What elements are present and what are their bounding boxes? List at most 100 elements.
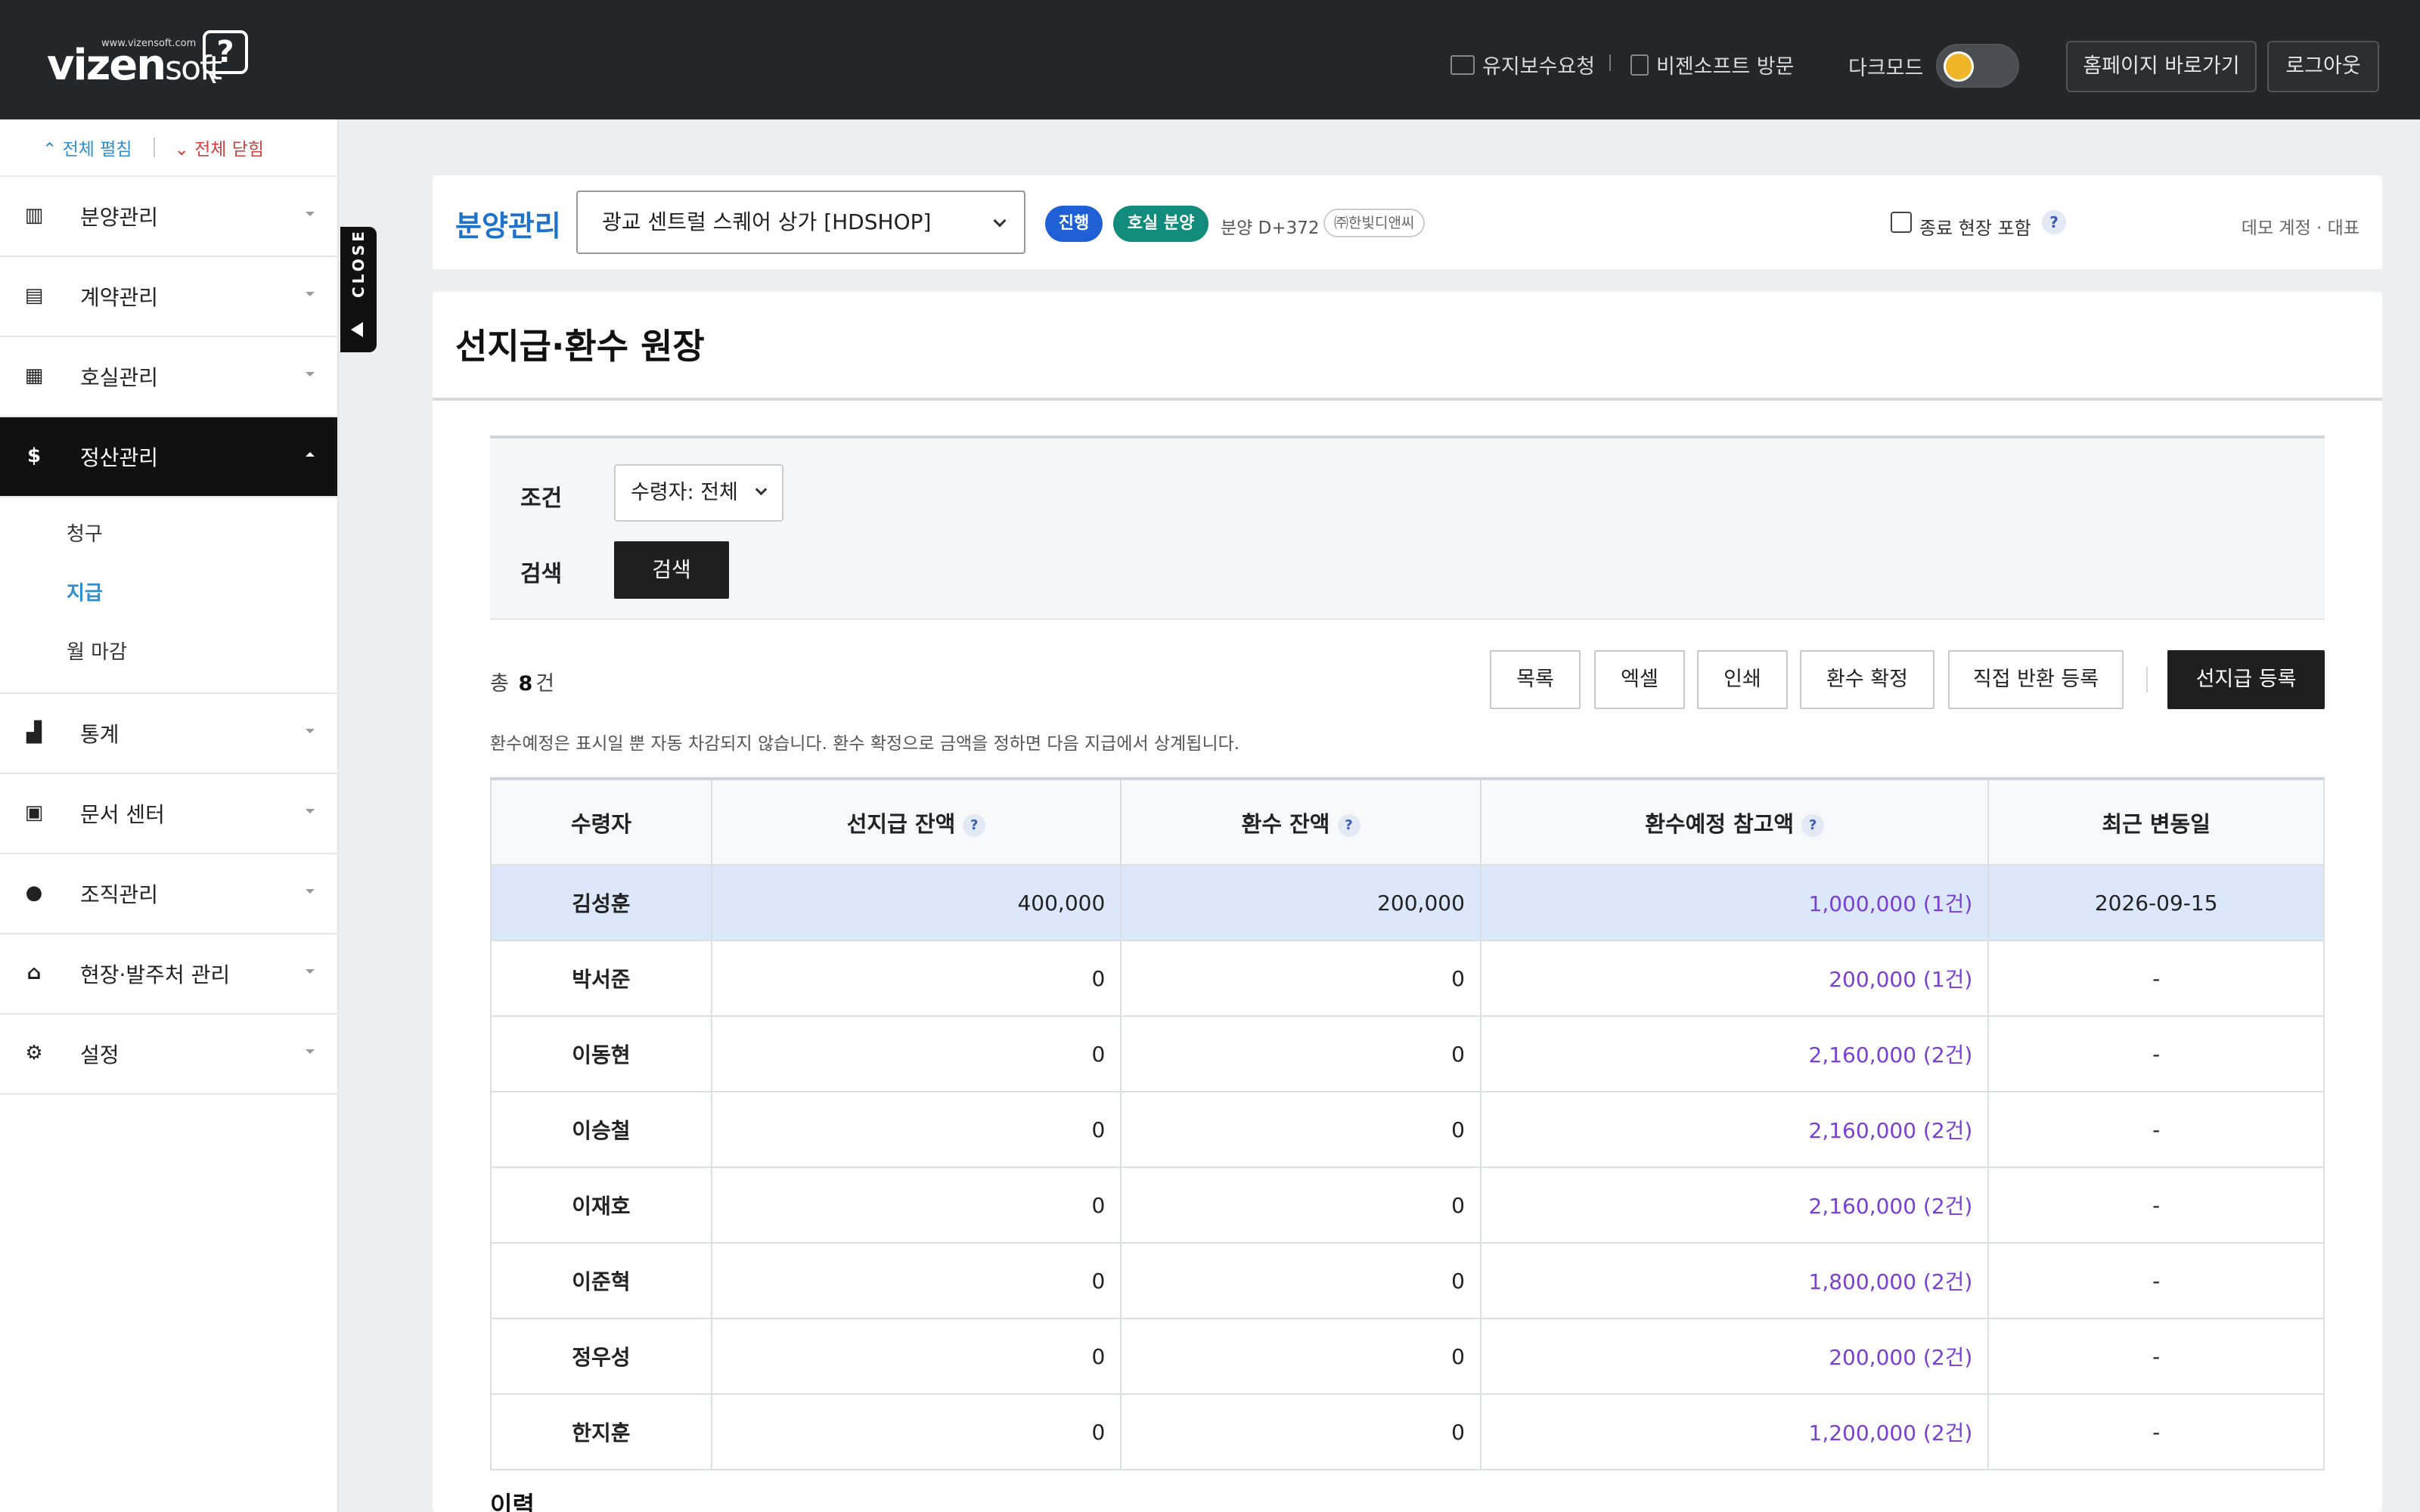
logout-button[interactable]: 로그아웃 — [2267, 41, 2379, 92]
visit-vizensoft-link[interactable]: 비젠소프트 방문 — [1630, 50, 1794, 79]
print-button[interactable]: 인쇄 — [1697, 650, 1788, 709]
expected-recovery-link[interactable]: 1,000,000 (1건) — [1479, 864, 1990, 941]
advance-balance: 0 — [710, 1015, 1122, 1092]
table-row[interactable]: 이승철 0 0 2,160,000 (2건) - — [490, 1091, 2325, 1168]
help-icon[interactable]: ? — [963, 813, 986, 837]
recovery-balance: 0 — [1120, 1167, 1481, 1244]
maintenance-request-link[interactable]: 유지보수요청 — [1450, 50, 1595, 79]
monitor-icon — [1450, 54, 1475, 75]
search-button[interactable]: 검색 — [614, 541, 729, 599]
table-header-row: 수령자 선지급 잔액? 환수 잔액? 환수예정 참고액? 최근 변동일 — [490, 777, 2325, 866]
sidebar-item-contracts[interactable]: ▤ 계약관리 — [0, 257, 337, 337]
sidebar-item-sites-clients[interactable]: ⌂ 현장·발주처 관리 — [0, 934, 337, 1015]
collapse-all-button[interactable]: ⌄ 전체 닫힘 — [175, 135, 265, 160]
recovery-notice: 환수예정은 표시일 뿐 자동 차감되지 않습니다. 환수 확정으로 금액을 정하… — [490, 734, 1240, 754]
document-icon: ▤ — [24, 284, 44, 307]
excel-button[interactable]: 엑셀 — [1594, 650, 1685, 709]
submenu-item-payment[interactable]: 지급 — [0, 564, 337, 623]
list-button[interactable]: 목록 — [1490, 650, 1581, 709]
history-section-title: 이력 — [490, 1491, 535, 1512]
table-row[interactable]: 정우성 0 0 200,000 (2건) - — [490, 1318, 2325, 1395]
chevron-down-icon — [755, 483, 768, 496]
last-changed-date: - — [1987, 1318, 2325, 1395]
recipient-name: 박서준 — [490, 940, 712, 1017]
expected-recovery-link[interactable]: 1,200,000 (2건) — [1479, 1393, 1990, 1470]
close-tab-label: CLOSE — [349, 228, 368, 298]
table-row[interactable]: 김성훈 400,000 200,000 1,000,000 (1건) 2026-… — [490, 864, 2325, 941]
include-closed-label[interactable]: 종료 현장 포함 — [1919, 213, 2031, 240]
status-badge: 진행 — [1045, 206, 1103, 242]
expand-divider — [153, 138, 155, 157]
sidebar: ⌃ 전체 펼침 ⌄ 전체 닫힘 ▥ 분양관리 ▤ 계약관리 ▦ 호실관리 $ 정… — [0, 119, 339, 1512]
pdf-icon: ▣ — [24, 801, 44, 824]
col-recovery-balance: 환수 잔액? — [1120, 777, 1481, 866]
recovery-balance: 0 — [1120, 1015, 1481, 1092]
chevron-down-icon — [306, 969, 315, 974]
advance-balance: 0 — [710, 1091, 1122, 1168]
filter-panel: 조건 수령자: 전체 검색 검색 — [490, 435, 2325, 620]
darkmode-label: 다크모드 — [1848, 57, 1924, 80]
last-changed-date: - — [1987, 1167, 2325, 1244]
last-changed-date: - — [1987, 1393, 2325, 1470]
expected-recovery-link[interactable]: 2,160,000 (2건) — [1479, 1091, 1990, 1168]
settlement-submenu: 청구 지급 월 마감 — [0, 497, 337, 694]
expected-recovery-link[interactable]: 200,000 (1건) — [1479, 940, 1990, 1017]
recipient-select[interactable]: 수령자: 전체 — [614, 464, 783, 522]
sidebar-item-documents[interactable]: ▣ 문서 센터 — [0, 774, 337, 854]
include-closed-checkbox[interactable] — [1891, 212, 1912, 233]
vizensoft-logo[interactable]: www.vizensoft.com vizensoft ? — [47, 30, 259, 91]
sidebar-item-settings[interactable]: ⚙ 설정 — [0, 1015, 337, 1095]
table-row[interactable]: 이준혁 0 0 1,800,000 (2건) - — [490, 1242, 2325, 1319]
advance-balance: 400,000 — [710, 864, 1122, 941]
recipient-name: 김성훈 — [490, 864, 712, 941]
people-icon: ● — [25, 881, 43, 904]
site-selector-bar: 분양관리 광교 센트럴 스퀘어 상가 [HDSHOP] 진행 호실 분양 분양 … — [433, 175, 2382, 269]
sun-icon — [1944, 51, 1974, 82]
help-icon[interactable]: ? — [2042, 210, 2066, 234]
search-label: 검색 — [520, 561, 563, 587]
recipient-name: 이재호 — [490, 1167, 712, 1244]
table-row[interactable]: 이동현 0 0 2,160,000 (2건) - — [490, 1015, 2325, 1092]
recipient-name: 한지훈 — [490, 1393, 712, 1470]
homepage-button[interactable]: 홈페이지 바로가기 — [2066, 41, 2257, 92]
register-advance-button[interactable]: 선지급 등록 — [2167, 650, 2325, 709]
help-icon[interactable]: ? — [1801, 813, 1825, 837]
grid-icon: ▦ — [24, 364, 44, 387]
company-badge: ㈜한빛디앤씨 — [1323, 209, 1426, 237]
recovery-balance: 200,000 — [1120, 864, 1481, 941]
sidebar-item-organization[interactable]: ● 조직관리 — [0, 854, 337, 934]
expected-recovery-link[interactable]: 2,160,000 (2건) — [1479, 1167, 1990, 1244]
chevron-down-icon — [306, 889, 315, 894]
expected-recovery-link[interactable]: 200,000 (2건) — [1479, 1318, 1990, 1395]
last-changed-date: - — [1987, 1242, 2325, 1319]
expected-recovery-link[interactable]: 2,160,000 (2건) — [1479, 1015, 1990, 1092]
sidebar-item-statistics[interactable]: ▟ 통계 — [0, 694, 337, 774]
darkmode-toggle[interactable] — [1936, 44, 2019, 88]
table-row[interactable]: 한지훈 0 0 1,200,000 (2건) - — [490, 1393, 2325, 1470]
expand-all-button[interactable]: ⌃ 전체 펼침 — [42, 135, 132, 160]
page-title: 선지급·환수 원장 — [455, 326, 705, 367]
chevron-down-icon — [306, 809, 315, 813]
site-select[interactable]: 광교 센트럴 스퀘어 상가 [HDSHOP] — [576, 191, 1025, 254]
help-icon[interactable]: ? — [1337, 813, 1360, 837]
confirm-recovery-button[interactable]: 환수 확정 — [1800, 650, 1934, 709]
advance-balance: 0 — [710, 1242, 1122, 1319]
dollar-icon: $ — [26, 445, 42, 467]
submenu-item-billing[interactable]: 청구 — [0, 505, 337, 564]
advance-balance: 0 — [710, 1318, 1122, 1395]
sidebar-item-settlement[interactable]: $ 정산관리 — [0, 417, 337, 497]
recipient-name: 이준혁 — [490, 1242, 712, 1319]
expected-recovery-link[interactable]: 1,800,000 (2건) — [1479, 1242, 1990, 1319]
direct-return-button[interactable]: 직접 반환 등록 — [1948, 650, 2124, 709]
sidebar-item-rooms[interactable]: ▦ 호실관리 — [0, 337, 337, 417]
sidebar-item-sales[interactable]: ▥ 분양관리 — [0, 177, 337, 257]
recovery-balance: 0 — [1120, 940, 1481, 1017]
logo-wordmark: vizensoft — [47, 41, 222, 90]
condition-label: 조건 — [520, 485, 563, 512]
sidebar-close-tab[interactable]: CLOSE — [340, 227, 377, 352]
table-row[interactable]: 이재호 0 0 2,160,000 (2건) - — [490, 1167, 2325, 1244]
submenu-item-monthly-close[interactable]: 월 마감 — [0, 623, 337, 682]
last-changed-date: 2026-09-15 — [1987, 864, 2325, 941]
col-last-changed: 최근 변동일 — [1987, 777, 2325, 866]
table-row[interactable]: 박서준 0 0 200,000 (1건) - — [490, 940, 2325, 1017]
